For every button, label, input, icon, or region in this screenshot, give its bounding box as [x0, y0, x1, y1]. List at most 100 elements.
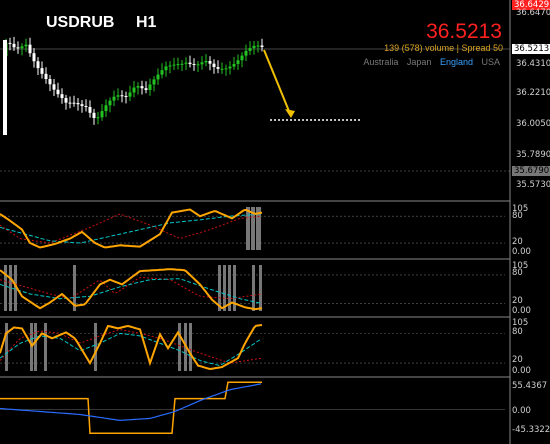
price-axis-label: 35.5730 — [516, 180, 550, 190]
candle-body — [208, 61, 212, 64]
indicator2-highlight-bar — [4, 265, 7, 311]
candle-body — [60, 94, 64, 99]
candle-body — [220, 68, 224, 70]
price-axis-label: 36.4310 — [516, 59, 550, 69]
candle-body — [196, 64, 200, 66]
candle-body — [48, 78, 52, 85]
candle-body — [128, 92, 132, 97]
candle-body — [240, 55, 244, 61]
indicator2-highlight-bar — [259, 265, 262, 311]
candle-body — [212, 63, 216, 68]
indicator1-signal-line — [0, 213, 262, 244]
price-axis-label: 36.0050 — [516, 119, 550, 129]
candle-body — [28, 44, 32, 54]
candle-body — [132, 87, 136, 93]
session-usa: USA — [481, 57, 500, 67]
ind4-axis-label: 55.4367 — [512, 381, 548, 391]
candle-body — [36, 61, 40, 69]
candle-body — [144, 88, 148, 90]
candle-body — [192, 64, 196, 66]
candle-body — [152, 79, 156, 85]
candle-body — [236, 60, 240, 64]
line-price-box: 35.6790 — [512, 166, 550, 176]
candle-body — [176, 64, 180, 66]
candle-body — [124, 95, 128, 97]
ind1-axis-label: 20 — [512, 237, 523, 247]
indicator4-momentum-line — [0, 383, 262, 422]
symbol-label: USDRUB — [46, 14, 115, 31]
candle-body — [92, 112, 96, 119]
candle-body — [100, 111, 104, 118]
indicator3-highlight-bar — [30, 323, 33, 371]
candle-body — [232, 63, 236, 67]
indicator3-signal-line — [0, 328, 262, 364]
ind2-axis-label: 80 — [512, 268, 523, 278]
candle-body — [24, 44, 28, 47]
candle-body — [64, 98, 68, 103]
candle-body — [160, 70, 164, 75]
candle-body — [228, 66, 232, 69]
session-australia: Australia — [363, 57, 399, 67]
candle-body — [96, 117, 100, 119]
indicator1-highlight-bar — [246, 207, 250, 250]
candle-body — [112, 96, 116, 101]
indicator3-highlight-bar — [34, 323, 37, 371]
indicator3-highlight-bar — [44, 323, 47, 371]
price-axis-label: 35.7890 — [516, 150, 550, 160]
volume-spread-info: 139 (578) volume | Spread 50 — [384, 43, 503, 53]
indicator2-highlight-bar — [252, 265, 255, 311]
price-axis-label: 36.6470 — [516, 8, 550, 18]
ind2-axis-label: 0.00 — [512, 306, 531, 316]
candle-body — [80, 104, 84, 106]
candle-body — [148, 84, 152, 90]
indicator2-main-line — [0, 268, 263, 311]
candle-body — [52, 84, 56, 90]
indicator2-signal-line — [0, 276, 262, 300]
candle-body — [8, 42, 12, 44]
ind2-axis-label: 20 — [512, 296, 523, 306]
session-england: England — [439, 57, 473, 67]
candle-body — [184, 62, 188, 64]
candle-body — [244, 50, 248, 56]
indicator1-main-line — [0, 208, 263, 249]
ind1-axis-label: 0.00 — [512, 247, 531, 257]
candle-body — [116, 95, 120, 97]
candle-body — [224, 68, 228, 70]
candle-body — [260, 45, 264, 48]
ind3-axis-label: 20 — [512, 355, 523, 365]
candle-body — [156, 74, 160, 80]
signal-arrow-icon — [263, 49, 292, 117]
ind4-axis-label: -45.3322 — [512, 425, 550, 435]
candle-body — [12, 43, 16, 48]
candle-body — [204, 61, 208, 63]
candle-body — [72, 102, 76, 104]
ind4-axis-label: 0.00 — [512, 406, 531, 416]
ind3-axis-label: 0.00 — [512, 366, 531, 376]
candle-body — [76, 103, 80, 105]
trading-sessions: Australia Japan England USA — [357, 57, 500, 67]
indicator2-highlight-bar — [223, 265, 226, 311]
candle-body — [140, 86, 144, 89]
candle-body — [88, 106, 92, 113]
candle-body — [3, 40, 7, 135]
candle-body — [248, 48, 252, 51]
price-axis-label: 36.2210 — [516, 88, 550, 98]
ind3-axis-label: 80 — [512, 327, 523, 337]
session-japan: Japan — [406, 57, 432, 67]
candle-body — [16, 47, 20, 49]
indicator3-main-line — [0, 324, 263, 371]
timeframe-label: H1 — [136, 14, 157, 31]
candle-body — [56, 89, 60, 95]
candle-body — [120, 95, 124, 97]
candle-body — [188, 62, 192, 65]
candle-body — [252, 45, 256, 49]
indicator4-step-line — [0, 381, 262, 435]
indicator3-highlight-bar — [178, 323, 181, 371]
candle-body — [164, 66, 168, 71]
candle-body — [44, 73, 48, 79]
candle-body — [172, 64, 176, 66]
current-price-display: 36.5213 — [426, 20, 502, 43]
candle-body — [136, 86, 140, 88]
candle-body — [20, 46, 24, 49]
candle-body — [216, 67, 220, 69]
